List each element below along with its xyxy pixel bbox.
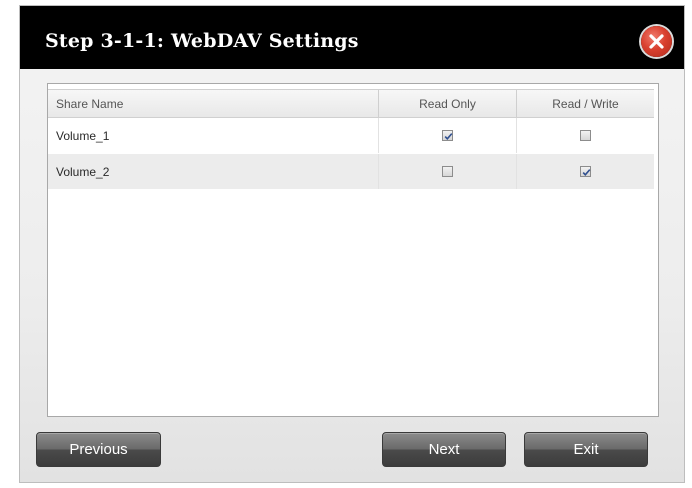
dialog-titlebar: Step 3-1-1: WebDAV Settings [20, 6, 684, 69]
table-row[interactable]: Volume_1 [48, 118, 654, 153]
share-name-cell: Volume_2 [56, 164, 110, 179]
exit-button[interactable]: Exit [524, 432, 648, 467]
column-header-read-write[interactable]: Read / Write [516, 90, 654, 117]
dialog-title: Step 3-1-1: WebDAV Settings [45, 30, 359, 52]
previous-button[interactable]: Previous [36, 432, 161, 467]
read-only-cell [378, 154, 516, 189]
read-write-checkbox[interactable] [580, 130, 591, 141]
table-header: Share Name Read Only Read / Write [48, 89, 654, 118]
read-write-cell [516, 118, 654, 153]
read-only-checkbox[interactable] [442, 166, 453, 177]
share-permissions-table: Share Name Read Only Read / Write Volume… [47, 83, 659, 417]
share-name-cell: Volume_1 [56, 128, 110, 143]
table-row[interactable]: Volume_2 [48, 154, 654, 189]
close-button[interactable] [641, 26, 672, 57]
check-mark-icon [444, 133, 453, 140]
webdav-settings-dialog: Step 3-1-1: WebDAV Settings Share Name R… [19, 5, 685, 483]
read-write-checkbox[interactable] [580, 166, 591, 177]
close-icon [649, 34, 664, 49]
next-button[interactable]: Next [382, 432, 506, 467]
read-write-cell [516, 154, 654, 189]
read-only-checkbox[interactable] [442, 130, 453, 141]
check-mark-icon [582, 169, 591, 176]
read-only-cell [378, 118, 516, 153]
column-header-share-name[interactable]: Share Name [48, 90, 378, 117]
column-header-read-only[interactable]: Read Only [378, 90, 516, 117]
